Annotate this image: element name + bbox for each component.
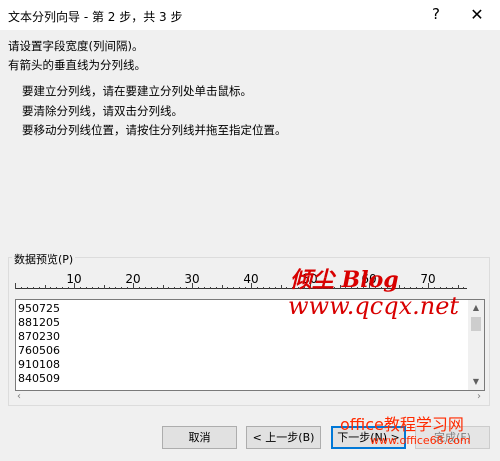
- ruler-tick: [85, 287, 87, 289]
- ruler-tick: [26, 287, 28, 289]
- scroll-thumb[interactable]: [471, 317, 481, 331]
- ruler-tick: [227, 287, 229, 289]
- ruler-label: 40: [243, 272, 259, 286]
- ruler-tick: [97, 287, 99, 289]
- ruler-tick: [203, 287, 205, 289]
- close-icon[interactable]: ✕: [460, 3, 494, 27]
- ruler-tick: [274, 287, 276, 289]
- ruler-tick: [445, 287, 447, 289]
- ruler-tick: [32, 287, 34, 289]
- ruler-tick: [457, 285, 459, 289]
- data-row: 881205: [18, 316, 60, 329]
- ruler-tick: [268, 287, 270, 289]
- ruler-tick: [186, 287, 188, 289]
- ruler-label: 70: [420, 272, 436, 286]
- ruler-tick: [463, 287, 465, 289]
- ruler-tick: [62, 287, 64, 289]
- data-row: 870230: [18, 330, 60, 343]
- ruler-tick: [404, 287, 406, 289]
- instruction-bullet-3: 要移动分列线位置，请按住分列线并拖至指定位置。: [22, 123, 287, 137]
- ruler-tick: [56, 287, 58, 289]
- ruler-label: 30: [184, 272, 200, 286]
- ruler-tick: [233, 287, 235, 289]
- ruler-tick: [50, 287, 52, 289]
- ruler-tick: [150, 287, 152, 289]
- ruler-tick: [174, 287, 176, 289]
- ruler-tick: [156, 287, 158, 289]
- data-preview-rows: 950725 881205 870230 760506 910108 840509: [18, 302, 60, 386]
- ruler-tick: [168, 287, 170, 289]
- title-bar: 文本分列向导 - 第 2 步，共 3 步 ? ✕: [0, 0, 500, 30]
- scroll-down-icon[interactable]: ▼: [468, 374, 484, 390]
- scroll-up-icon[interactable]: ▲: [468, 300, 484, 316]
- ruler-tick: [180, 287, 182, 289]
- ruler-label: 20: [125, 272, 141, 286]
- ruler-tick: [144, 287, 146, 289]
- ruler-tick: [68, 287, 70, 289]
- ruler-tick: [38, 287, 40, 289]
- ruler-tick: [422, 287, 424, 289]
- ruler-tick: [15, 283, 16, 289]
- ruler-tick: [239, 287, 241, 289]
- instruction-bullet-2: 要清除分列线，请双击分列线。: [22, 104, 183, 118]
- ruler-tick: [109, 287, 111, 289]
- ruler-tick: [103, 285, 105, 289]
- ruler-tick: [410, 287, 412, 289]
- ruler-tick: [439, 287, 441, 289]
- ruler-tick: [20, 287, 22, 289]
- window-title: 文本分列向导 - 第 2 步，共 3 步: [8, 10, 183, 24]
- data-preview-label: 数据预览(P): [12, 251, 76, 267]
- instruction-line-2: 有箭头的垂直线为分列线。: [8, 58, 146, 72]
- scroll-left-icon[interactable]: ‹: [17, 391, 21, 402]
- scroll-right-icon[interactable]: ›: [477, 391, 481, 402]
- horizontal-scrollbar[interactable]: ‹ ›: [15, 391, 485, 405]
- ruler-tick: [451, 287, 453, 289]
- ruler-tick: [121, 287, 123, 289]
- watermark-site: office教程学习网: [340, 415, 464, 434]
- ruler-tick: [221, 285, 223, 289]
- ruler-tick: [162, 285, 164, 289]
- ruler-tick: [256, 287, 258, 289]
- watermark-site-url: www.office68.com: [370, 434, 471, 447]
- instruction-line-1: 请设置字段宽度(列间隔)。: [8, 39, 144, 53]
- data-row: 840509: [18, 372, 60, 385]
- ruler-tick: [115, 287, 117, 289]
- ruler-tick: [209, 287, 211, 289]
- back-button[interactable]: < 上一步(B): [246, 426, 321, 449]
- ruler-tick: [127, 287, 129, 289]
- help-icon[interactable]: ?: [426, 5, 446, 23]
- ruler-tick: [416, 287, 418, 289]
- ruler-tick: [91, 287, 93, 289]
- instruction-bullet-1: 要建立分列线，请在要建立分列处单击鼠标。: [22, 84, 252, 98]
- ruler-tick: [197, 287, 199, 289]
- ruler-tick: [286, 287, 288, 289]
- watermark-brand: 倾尘 Blog: [290, 267, 399, 293]
- watermark-url: www.qcqx.net: [288, 292, 460, 320]
- data-row: 950725: [18, 302, 60, 315]
- ruler-tick: [280, 285, 282, 289]
- ruler-label: 10: [66, 272, 82, 286]
- column-ruler[interactable]: 10 20 30 40 50 60 70: [15, 270, 467, 294]
- ruler-tick: [79, 287, 81, 289]
- ruler-tick: [262, 287, 264, 289]
- cancel-button[interactable]: 取消: [162, 426, 237, 449]
- ruler-tick: [138, 287, 140, 289]
- ruler-tick: [215, 287, 217, 289]
- ruler-tick: [245, 287, 247, 289]
- ruler-tick: [44, 285, 46, 289]
- data-row: 760506: [18, 344, 60, 357]
- vertical-scrollbar[interactable]: ▲ ▼: [468, 300, 484, 390]
- data-row: 910108: [18, 358, 60, 371]
- ruler-tick: [433, 287, 435, 289]
